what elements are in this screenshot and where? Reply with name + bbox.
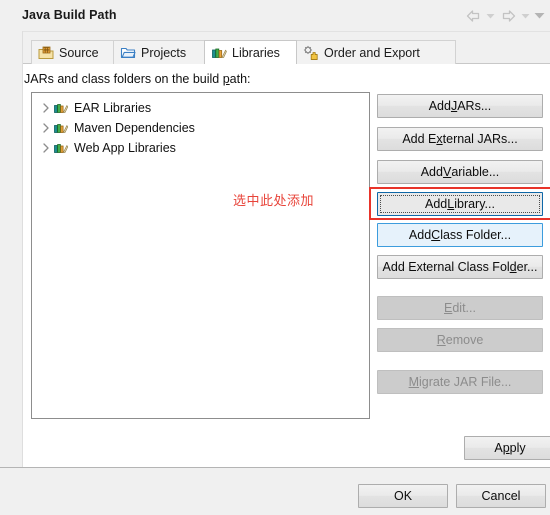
btn-post: ARs... xyxy=(457,99,492,113)
tree-item-label: Maven Dependencies xyxy=(74,121,195,135)
library-icon xyxy=(53,100,69,116)
tab-order-and-export-label: Order and Export xyxy=(324,45,420,60)
btn-pre: Add E xyxy=(402,132,437,146)
tab-source[interactable]: Source xyxy=(31,40,114,64)
selected-tab-mask xyxy=(205,103,296,105)
page-title: Java Build Path xyxy=(22,8,117,22)
btn-mnemonic: d xyxy=(509,260,517,274)
tab-strip: Source Projects Libraries Order and Expo… xyxy=(23,40,550,105)
btn-pre: Add xyxy=(428,99,451,113)
btn-mnemonic: R xyxy=(436,333,446,347)
back-arrow-icon[interactable] xyxy=(463,7,483,25)
remove-button: Remove xyxy=(377,328,543,352)
btn-mnemonic: V xyxy=(442,165,452,179)
btn-post: ibrary... xyxy=(454,197,495,211)
desc-mnemonic: p xyxy=(222,72,230,86)
desc-post: ath: xyxy=(229,72,251,86)
build-path-description-label: JARs and class folders on the build path… xyxy=(24,72,251,86)
btn-pre: Add xyxy=(420,165,443,179)
tree-item-label: Web App Libraries xyxy=(74,141,176,155)
tab-libraries[interactable]: Libraries xyxy=(204,40,297,64)
library-icon xyxy=(53,140,69,156)
build-path-entries-tree[interactable]: EAR Libraries Maven Dependencies Web App… xyxy=(31,92,370,419)
btn-pre: Add External Class Fol xyxy=(382,260,510,274)
btn-mnemonic: p xyxy=(502,441,510,455)
tree-item-web-app-libraries[interactable]: Web App Libraries xyxy=(32,138,369,158)
tree-item-maven-dependencies[interactable]: Maven Dependencies xyxy=(32,118,369,138)
dialog-title-bar: Java Build Path xyxy=(0,0,550,31)
tab-order-and-export[interactable]: Order and Export xyxy=(296,40,456,64)
expand-chevron-right-icon[interactable] xyxy=(39,121,53,135)
tab-projects-label: Projects xyxy=(141,45,187,60)
forward-arrow-icon[interactable] xyxy=(498,7,518,25)
tree-item-ear-libraries[interactable]: EAR Libraries xyxy=(32,98,369,118)
apply-button[interactable]: Ap ply xyxy=(464,436,550,460)
libraries-books-icon xyxy=(211,45,227,61)
tab-source-label: Source xyxy=(59,45,99,60)
migrate-jar-file-button: Migrate JAR File... xyxy=(377,370,543,394)
btn-post: emove xyxy=(445,333,484,347)
ok-button[interactable]: OK xyxy=(358,484,448,508)
back-dropdown-chevron-down-icon[interactable] xyxy=(484,7,497,25)
add-variable-button[interactable]: Add Variable... xyxy=(377,160,543,184)
btn-pre: A xyxy=(494,441,503,455)
source-folder-icon xyxy=(38,45,54,61)
btn-pre: Add xyxy=(408,228,432,242)
menu-chevron-down-icon[interactable] xyxy=(533,7,546,25)
btn-pre: Add xyxy=(425,197,448,211)
btn-post: lass Folder... xyxy=(440,228,512,242)
annotation-text: 选中此处添加 xyxy=(233,194,315,209)
library-icon xyxy=(53,120,69,136)
add-external-jars-button[interactable]: Add Ex ternal JARs... xyxy=(377,127,543,151)
order-export-icon xyxy=(303,45,319,61)
btn-mnemonic: E xyxy=(444,301,453,315)
add-class-folder-button[interactable]: Add Class Folder... xyxy=(377,223,543,247)
projects-folder-icon xyxy=(120,45,136,61)
tree-item-label: EAR Libraries xyxy=(74,101,152,115)
edit-button: Edit... xyxy=(377,296,543,320)
btn-post: er... xyxy=(516,260,538,274)
ok-label: OK xyxy=(393,489,413,503)
expand-chevron-right-icon[interactable] xyxy=(39,101,53,115)
cancel-button[interactable]: Cancel xyxy=(456,484,546,508)
tab-projects[interactable]: Projects xyxy=(113,40,205,64)
btn-post: ply xyxy=(509,441,526,455)
add-jars-button[interactable]: Add J ARs... xyxy=(377,94,543,118)
btn-mnemonic: M xyxy=(408,375,420,389)
btn-mnemonic: L xyxy=(447,197,455,211)
tab-libraries-label: Libraries xyxy=(232,45,280,60)
cancel-label: Cancel xyxy=(481,489,521,503)
btn-post: ternal JARs... xyxy=(442,132,518,146)
desc-pre: JARs and class folders on the build xyxy=(24,72,223,86)
btn-post: dit... xyxy=(452,301,476,315)
expand-chevron-right-icon[interactable] xyxy=(39,141,53,155)
add-external-class-folder-button[interactable]: Add External Class Fol d er... xyxy=(377,255,543,279)
navigation-toolbar xyxy=(463,7,546,25)
btn-mnemonic: C xyxy=(431,228,441,242)
add-library-button[interactable]: Add Library... xyxy=(377,192,543,216)
btn-post: igrate JAR File... xyxy=(419,375,512,389)
btn-post: ariable... xyxy=(451,165,500,179)
forward-dropdown-chevron-down-icon[interactable] xyxy=(519,7,532,25)
title-separator xyxy=(22,31,550,32)
